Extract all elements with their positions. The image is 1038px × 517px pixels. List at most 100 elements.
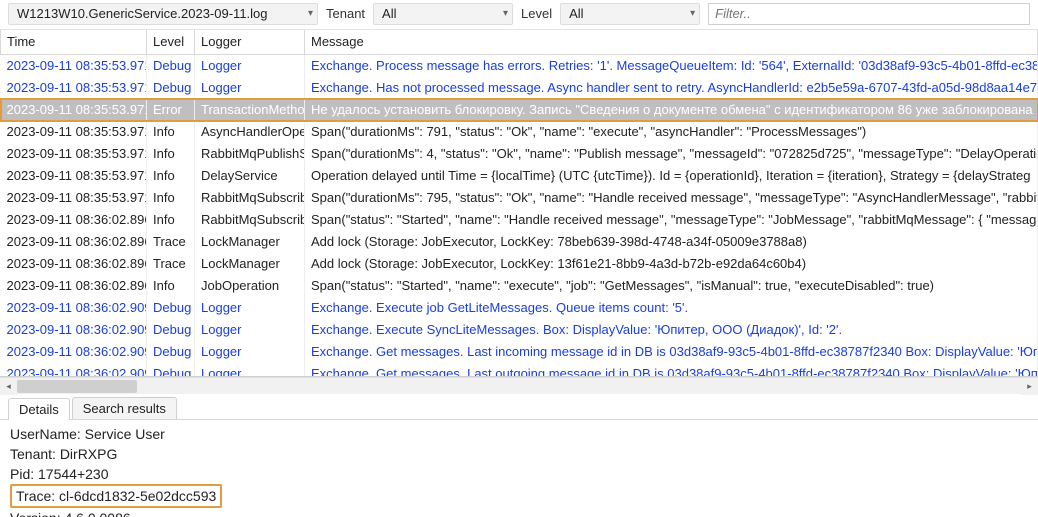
cell-logger: Logger [195,363,305,378]
table-row[interactable]: 2023-09-11 08:36:02.909DebugLoggerExchan… [1,363,1038,378]
cell-message: Operation delayed until Time = {localTim… [305,165,1038,187]
horizontal-scrollbar[interactable]: ◂ ▸ [0,377,1038,394]
filter-input[interactable] [708,3,1030,25]
cell-logger: JobOperation [195,275,305,297]
detail-trace: Trace: cl-6dcd1832-5e02dcc593 [10,484,1028,508]
cell-time: 2023-09-11 08:36:02.896 [1,275,147,297]
cell-level: Debug [147,54,195,77]
table-row[interactable]: 2023-09-11 08:36:02.909DebugLoggerExchan… [1,297,1038,319]
cell-message: Exchange. Process message has errors. Re… [305,54,1038,77]
table-row[interactable]: 2023-09-11 08:35:53.971DebugLoggerExchan… [1,54,1038,77]
chevron-down-icon: ▾ [684,8,695,19]
cell-level: Debug [147,297,195,319]
scroll-left-button[interactable]: ◂ [0,378,17,395]
table-row[interactable]: 2023-09-11 08:35:53.971DebugLoggerExchan… [1,77,1038,99]
cell-message: Add lock (Storage: JobExecutor, LockKey:… [305,253,1038,275]
cell-logger: AsyncHandlerOpe [195,121,305,143]
table-row[interactable]: 2023-09-11 08:36:02.896InfoRabbitMqSubsc… [1,209,1038,231]
col-level[interactable]: Level [147,30,195,54]
cell-time: 2023-09-11 08:35:53.971 [1,77,147,99]
cell-message: Span("durationMs": 4, "status": "Ok", "n… [305,143,1038,165]
log-table-wrap: Time Level Logger Message 2023-09-11 08:… [0,30,1038,377]
cell-message: Не удалось установить блокировку. Запись… [305,99,1038,121]
table-row[interactable]: 2023-09-11 08:35:53.971InfoAsyncHandlerO… [1,121,1038,143]
cell-level: Debug [147,341,195,363]
tab-search-results[interactable]: Search results [72,397,177,419]
cell-logger: Logger [195,341,305,363]
cell-message: Exchange. Get messages. Last outgoing me… [305,363,1038,378]
toolbar: W1213W10.GenericService.2023-09-11.log ▾… [0,0,1038,30]
cell-message: Exchange. Execute SyncLiteMessages. Box:… [305,319,1038,341]
cell-message: Add lock (Storage: JobExecutor, LockKey:… [305,231,1038,253]
cell-level: Info [147,275,195,297]
cell-logger: Logger [195,319,305,341]
level-label: Level [521,6,552,21]
cell-logger: RabbitMqSubscrib [195,187,305,209]
cell-time: 2023-09-11 08:36:02.896 [1,253,147,275]
level-dropdown-value: All [569,6,583,21]
cell-level: Info [147,165,195,187]
cell-time: 2023-09-11 08:36:02.909 [1,319,147,341]
cell-logger: TransactionMethod [195,99,305,121]
table-row[interactable]: 2023-09-11 08:35:53.971InfoRabbitMqPubli… [1,143,1038,165]
file-dropdown-value: W1213W10.GenericService.2023-09-11.log [17,6,268,21]
cell-level: Info [147,143,195,165]
tenant-dropdown-value: All [382,6,396,21]
cell-level: Debug [147,319,195,341]
cell-logger: RabbitMqPublishS [195,143,305,165]
table-row[interactable]: 2023-09-11 08:36:02.896TraceLockManagerA… [1,231,1038,253]
detail-tenant: Tenant: DirRXPG [10,444,1028,464]
table-row[interactable]: 2023-09-11 08:35:53.971InfoDelayServiceO… [1,165,1038,187]
cell-message: Exchange. Execute job GetLiteMessages. Q… [305,297,1038,319]
cell-logger: RabbitMqSubscrib [195,209,305,231]
cell-level: Debug [147,363,195,378]
level-dropdown[interactable]: All ▾ [560,3,700,25]
cell-message: Span("durationMs": 795, "status": "Ok", … [305,187,1038,209]
cell-message: Span("status": "Started", "name": "execu… [305,275,1038,297]
cell-time: 2023-09-11 08:36:02.909 [1,363,147,378]
col-message[interactable]: Message [305,30,1038,54]
cell-logger: DelayService [195,165,305,187]
cell-message: Exchange. Has not processed message. Asy… [305,77,1038,99]
table-row[interactable]: 2023-09-11 08:36:02.909DebugLoggerExchan… [1,341,1038,363]
cell-logger: Logger [195,54,305,77]
cell-time: 2023-09-11 08:35:53.971 [1,143,147,165]
cell-time: 2023-09-11 08:35:53.971 [1,99,147,121]
detail-username: UserName: Service User [10,424,1028,444]
cell-level: Info [147,121,195,143]
cell-message: Span("status": "Started", "name": "Handl… [305,209,1038,231]
file-dropdown[interactable]: W1213W10.GenericService.2023-09-11.log ▾ [8,3,318,25]
cell-message: Span("durationMs": 791, "status": "Ok", … [305,121,1038,143]
cell-time: 2023-09-11 08:35:53.971 [1,54,147,77]
cell-time: 2023-09-11 08:36:02.896 [1,231,147,253]
table-row[interactable]: 2023-09-11 08:35:53.971InfoRabbitMqSubsc… [1,187,1038,209]
tab-details[interactable]: Details [8,398,70,420]
scroll-right-button[interactable]: ▸ [1021,378,1038,395]
cell-time: 2023-09-11 08:36:02.909 [1,341,147,363]
table-row[interactable]: 2023-09-11 08:36:02.909DebugLoggerExchan… [1,319,1038,341]
detail-version: Version: 4.6.0.0086 [10,508,1028,517]
table-row[interactable]: 2023-09-11 08:36:02.896TraceLockManagerA… [1,253,1038,275]
scroll-thumb[interactable] [17,380,137,393]
cell-time: 2023-09-11 08:35:53.971 [1,121,147,143]
cell-time: 2023-09-11 08:36:02.896 [1,209,147,231]
table-row[interactable]: 2023-09-11 08:35:53.971ErrorTransactionM… [1,99,1038,121]
cell-message: Exchange. Get messages. Last incoming me… [305,341,1038,363]
cell-time: 2023-09-11 08:36:02.909 [1,297,147,319]
tenant-label: Tenant [326,6,365,21]
col-logger[interactable]: Logger [195,30,305,54]
cell-level: Trace [147,231,195,253]
cell-logger: LockManager [195,231,305,253]
log-header-row: Time Level Logger Message [1,30,1038,54]
cell-level: Info [147,209,195,231]
table-row[interactable]: 2023-09-11 08:36:02.896InfoJobOperationS… [1,275,1038,297]
col-time[interactable]: Time [1,30,147,54]
tenant-dropdown[interactable]: All ▾ [373,3,513,25]
cell-level: Debug [147,77,195,99]
chevron-down-icon: ▾ [497,8,508,19]
cell-time: 2023-09-11 08:35:53.971 [1,165,147,187]
details-pane: UserName: Service User Tenant: DirRXPG P… [0,420,1038,517]
cell-logger: Logger [195,77,305,99]
cell-level: Trace [147,253,195,275]
detail-pid: Pid: 17544+230 [10,464,1028,484]
